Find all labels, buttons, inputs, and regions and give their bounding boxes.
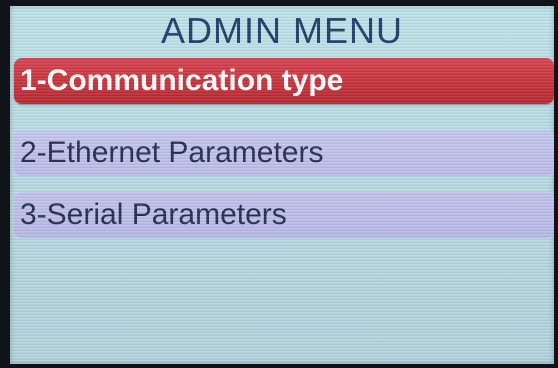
lcd-screen: ADMIN MENU 1-Communication type 2-Ethern… bbox=[10, 6, 554, 364]
menu-title: ADMIN MENU bbox=[161, 10, 403, 51]
menu-item-serial-parameters[interactable]: 3-Serial Parameters bbox=[14, 192, 554, 238]
menu-item-communication-type[interactable]: 1-Communication type bbox=[14, 58, 554, 104]
menu-item-ethernet-parameters[interactable]: 2-Ethernet Parameters bbox=[14, 130, 554, 176]
device-frame: ADMIN MENU 1-Communication type 2-Ethern… bbox=[0, 0, 558, 368]
